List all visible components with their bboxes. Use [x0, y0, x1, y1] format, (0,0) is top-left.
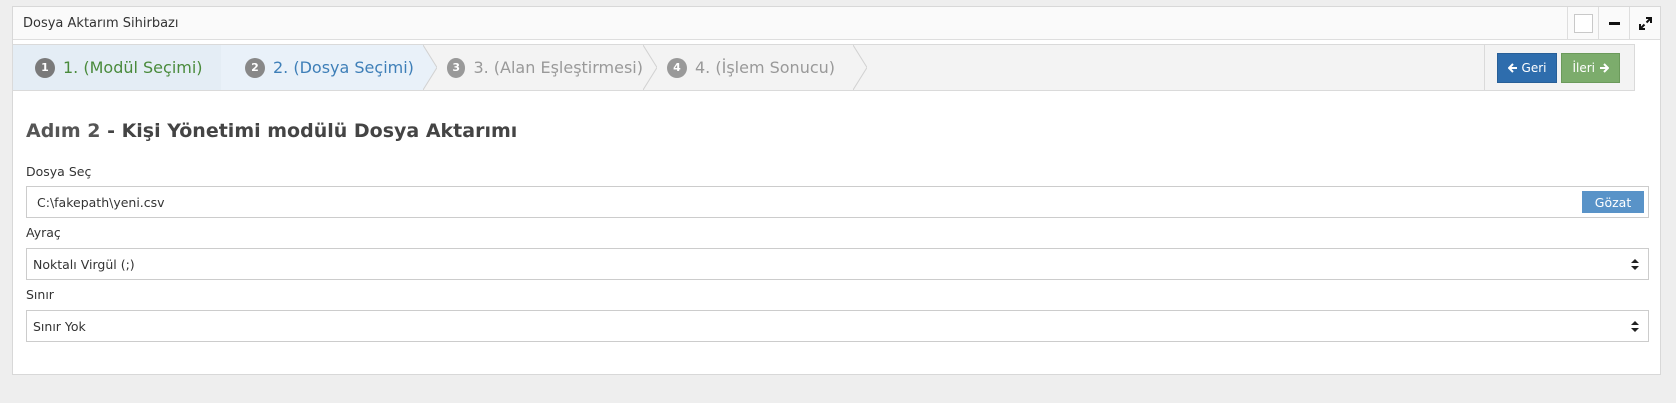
select-arrows-icon [1631, 259, 1639, 270]
wizard-step-1[interactable]: 1 1. (Modül Seçimi) [13, 45, 235, 90]
heading-step: Adım 2 [26, 120, 101, 142]
delimiter-select[interactable]: Sınır Yok [26, 310, 1649, 342]
wizard-step-3[interactable]: 3 3. (Alan Eşleştirmesi) [423, 45, 657, 90]
file-input[interactable]: C:\fakepath\yeni.csv Gözat [26, 186, 1649, 218]
fullscreen-button[interactable] [1629, 7, 1660, 40]
arrow-left-icon [1507, 62, 1517, 73]
arrow-right-icon [1600, 62, 1609, 73]
file-label: Dosya Seç [26, 164, 92, 179]
separator-label: Ayraç [26, 225, 61, 240]
delimiter-value: Sınır Yok [33, 319, 86, 334]
wizard-steps-bar: 1 1. (Modül Seçimi) 2 2. (Dosya Seçimi) … [12, 44, 1635, 91]
panel-toggle-button[interactable] [1567, 7, 1598, 40]
next-button[interactable]: İleri [1561, 52, 1620, 83]
step-number-badge: 1 [35, 57, 55, 78]
panel-title: Dosya Aktarım Sihirbazı [23, 16, 179, 31]
file-path-value: C:\fakepath\yeni.csv [37, 195, 165, 210]
heading-title: - Kişi Yönetimi modülü Dosya Aktarımı [100, 120, 518, 142]
step-chevron-icon [853, 45, 867, 90]
panel-header: Dosya Aktarım Sihirbazı [13, 7, 1660, 40]
expand-icon [1638, 17, 1652, 30]
step-label: 2. (Dosya Seçimi) [273, 58, 414, 77]
step-number-badge: 2 [245, 57, 265, 78]
wizard-actions: Geri İleri [1484, 45, 1634, 90]
step-label: 1. (Modül Seçimi) [63, 58, 203, 77]
wizard-steps: 1 1. (Modül Seçimi) 2 2. (Dosya Seçimi) … [13, 45, 913, 90]
panel-tools [1567, 7, 1660, 40]
select-arrows-icon [1631, 321, 1639, 332]
separator-select[interactable]: Noktalı Virgül (;) [26, 248, 1649, 280]
next-button-label: İleri [1572, 60, 1595, 75]
browse-button[interactable]: Gözat [1582, 191, 1644, 213]
checkbox-icon [1573, 14, 1593, 33]
step-number-badge: 4 [667, 57, 687, 78]
delimiter-label: Sınır [26, 287, 54, 302]
wizard-step-2[interactable]: 2 2. (Dosya Seçimi) [221, 45, 437, 90]
page-heading: Adım 2 - Kişi Yönetimi modülü Dosya Akta… [26, 120, 517, 142]
collapse-button[interactable] [1598, 7, 1629, 40]
step-label: 3. (Alan Eşleştirmesi) [473, 58, 643, 77]
minus-icon [1608, 22, 1620, 25]
back-button-label: Geri [1521, 60, 1547, 75]
separator-value: Noktalı Virgül (;) [33, 257, 135, 272]
wizard-step-4[interactable]: 4 4. (İşlem Sonucu) [643, 45, 867, 90]
back-button[interactable]: Geri [1496, 52, 1558, 83]
step-label: 4. (İşlem Sonucu) [695, 58, 836, 77]
step-number-badge: 3 [447, 57, 466, 78]
